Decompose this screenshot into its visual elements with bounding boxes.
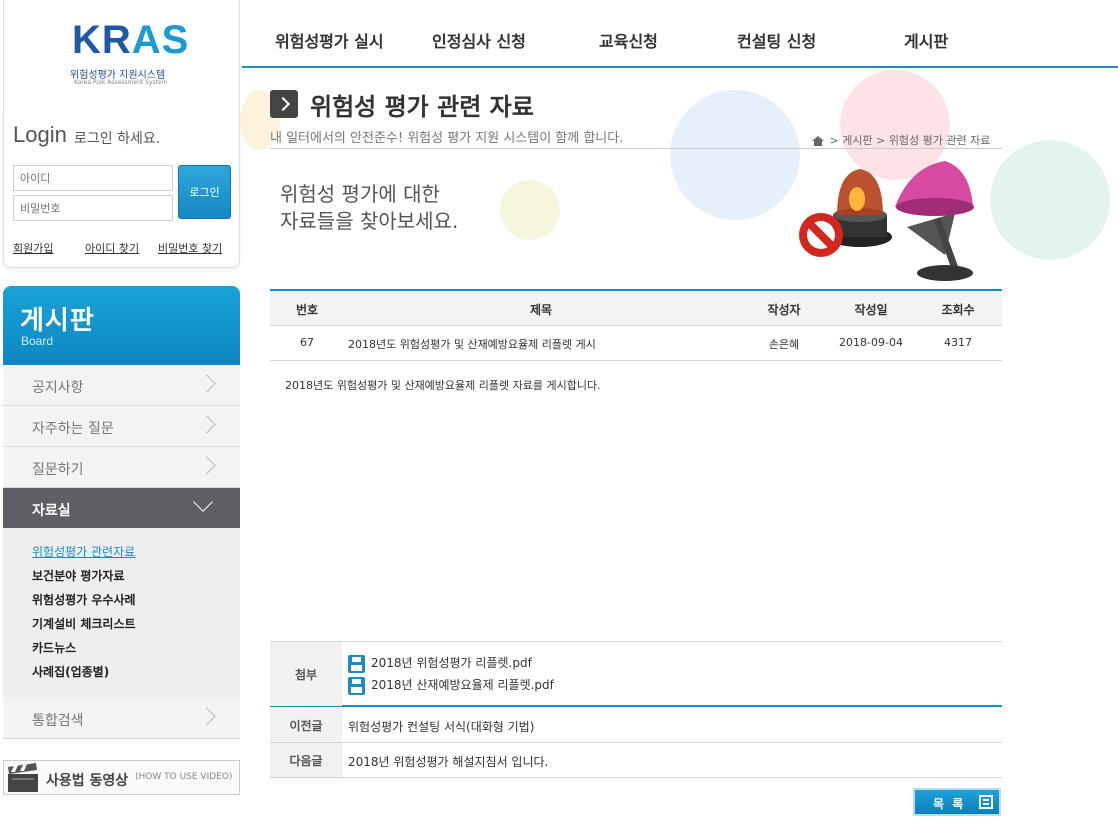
table-header-row: 번호 제목 작성자 작성일 조회수 [270,291,1002,326]
column-header: 제목 [529,303,553,317]
id-input[interactable] [13,165,173,191]
breadcrumb-item[interactable]: 위험성 평가 관련 자료 [889,134,991,147]
sidebar-item-search[interactable]: 통합검색 [3,698,240,739]
download-icon [348,654,365,673]
nav-risk-assessment[interactable]: 위험성평가 실시 [275,28,384,52]
breadcrumb: > 게시판 > 위험성 평가 관련 자료 [812,132,990,148]
table-row: 67 2018년도 위험성평가 및 산재예방요율제 리플렛 게시 손은혜 201… [270,326,1002,361]
chevron-right-icon [197,456,216,475]
chevron-right-icon [197,374,216,393]
nav-consulting[interactable]: 컨설팅 신청 [737,28,816,52]
background-decoration [670,90,800,220]
board-section-header: 게시판 Board [3,286,240,365]
sidebar-item-label: 공지사항 [32,380,84,396]
home-icon[interactable] [812,136,824,146]
top-navigation: 위험성평가 실시 인정심사 신청 교육신청 컨설팅 신청 게시판 [242,0,1118,68]
arrow-right-icon [270,90,298,118]
post-body: 2018년도 위험성평가 및 산재예방요율제 리플렛 자료를 게시합니다. [285,379,601,392]
list-button-label: 목 록 [933,797,966,811]
chevron-right-icon [197,415,216,434]
login-subtitle: 로그인 하세요. [74,131,161,147]
banner-line: 위험성 평가에 대한 [280,182,440,206]
attachment-file[interactable]: 2018년 산재예방요율제 리플렛.pdf [348,676,554,695]
post-views: 4317 [944,336,972,349]
list-icon [979,795,993,809]
next-post-link[interactable]: 2018년 위험성평가 해설지침서 입니다. [348,753,548,770]
prev-post-link[interactable]: 위험성평가 컨설팅 서식(대화형 기법) [348,718,534,735]
sidebar-item-notice[interactable]: 공지사항 [3,365,240,406]
attachment-filename: 2018년 산재예방요율제 리플렛.pdf [371,678,554,692]
sidebar-item-label: 질문하기 [32,462,84,478]
sidebar-item-label: 자주하는 질문 [32,421,114,437]
attachment-file[interactable]: 2018년 위험성평가 리플렛.pdf [348,654,532,673]
sidebar-item-ask[interactable]: 질문하기 [3,447,240,488]
post-author: 손은혜 [768,338,800,351]
attachments-label: 첨부 [270,642,342,706]
page-title: 위험성 평가 관련 자료 [310,93,534,121]
divider [270,148,1002,149]
download-icon [348,676,365,695]
background-decoration [990,140,1110,260]
banner-text: 위험성 평가에 대한 자료들을 찾아보세요. [280,181,458,235]
sidebar-item-faq[interactable]: 자주하는 질문 [3,406,240,447]
post-title: 2018년도 위험성평가 및 산재예방요율제 리플렛 게시 [348,338,596,351]
list-button[interactable]: 목 록 [913,788,1001,816]
page: KRAS 위험성평가 지원시스템 Korea Risk Assessment S… [0,0,1118,833]
board-section-subtitle: Board [21,334,54,348]
sidebar-item-label: 통합검색 [32,713,84,729]
breadcrumb-item[interactable]: 게시판 [842,134,872,147]
column-header: 번호 [295,303,319,317]
post-number: 67 [300,336,314,349]
chevron-down-icon [193,492,213,512]
nav-certification[interactable]: 인정심사 신청 [432,28,526,52]
banner-line: 자료들을 찾아보세요. [280,209,459,233]
password-input[interactable] [13,195,173,221]
how-to-video-sublabel: (HOW TO USE VIDEO) [135,772,233,782]
next-post-row: 다음글 2018년 위험성평가 해설지침서 입니다. [270,743,1002,778]
page-description: 내 일터에서의 안전준수! 위험성 평가 지원 시스템이 함께 합니다. [270,131,624,146]
column-header: 조회수 [941,303,975,317]
submenu-item-health-materials[interactable]: 보건분야 평가자료 [32,567,125,584]
logo-title: KRAS [72,18,190,62]
prev-post-label: 이전글 [270,708,342,742]
column-header: 작성일 [854,303,888,317]
clapperboard-icon [8,763,38,792]
attachment-filename: 2018년 위험성평가 리플렛.pdf [371,656,532,670]
prev-post-row: 이전글 위험성평가 컨설팅 서식(대화형 기법) [270,708,1002,743]
login-panel: Login 로그인 하세요. 로그인 회원가입 아이디 찾기 비밀번호 찾기 [3,110,240,268]
signup-link[interactable]: 회원가입 [13,240,53,256]
background-decoration [500,180,560,240]
sidebar-item-library[interactable]: 자료실 [3,488,240,528]
banner-illustration [799,161,974,281]
how-to-video-button[interactable]: 사용법 동영상 (HOW TO USE VIDEO) [3,760,240,795]
column-header: 작성자 [767,303,801,317]
chevron-right-icon [197,707,216,726]
submenu-item-checklist[interactable]: 기계설비 체크리스트 [32,615,136,632]
logo[interactable]: KRAS 위험성평가 지원시스템 Korea Risk Assessment S… [3,0,240,112]
how-to-video-label: 사용법 동영상 [46,773,129,789]
board-section-title: 게시판 [20,306,95,336]
sidebar-submenu: 위험성평가 관련자료 보건분야 평가자료 위험성평가 우수사례 기계설비 체크리… [3,528,240,698]
login-button[interactable]: 로그인 [178,165,231,219]
sidebar-item-label: 자료실 [32,503,71,519]
submenu-item-best-practices[interactable]: 위험성평가 우수사례 [32,591,136,608]
nav-board[interactable]: 게시판 [904,28,948,52]
sidebar: KRAS 위험성평가 지원시스템 Korea Risk Assessment S… [0,0,242,833]
submenu-item-casebook[interactable]: 사례집(업종별) [32,663,109,680]
submenu-item-risk-materials[interactable]: 위험성평가 관련자료 [32,543,135,560]
logo-subtitle-en: Korea Risk Assessment System [74,79,168,86]
login-title: Login [13,122,67,147]
submenu-item-card-news[interactable]: 카드뉴스 [32,639,76,656]
find-id-link[interactable]: 아이디 찾기 [85,240,139,256]
next-post-label: 다음글 [270,743,342,777]
find-password-link[interactable]: 비밀번호 찾기 [158,240,222,256]
nav-education[interactable]: 교육신청 [599,28,658,52]
post-date: 2018-09-04 [839,336,903,349]
attachments-row: 첨부 2018년 위험성평가 리플렛.pdf 2018년 산재예방요율제 리플렛… [270,641,1002,707]
